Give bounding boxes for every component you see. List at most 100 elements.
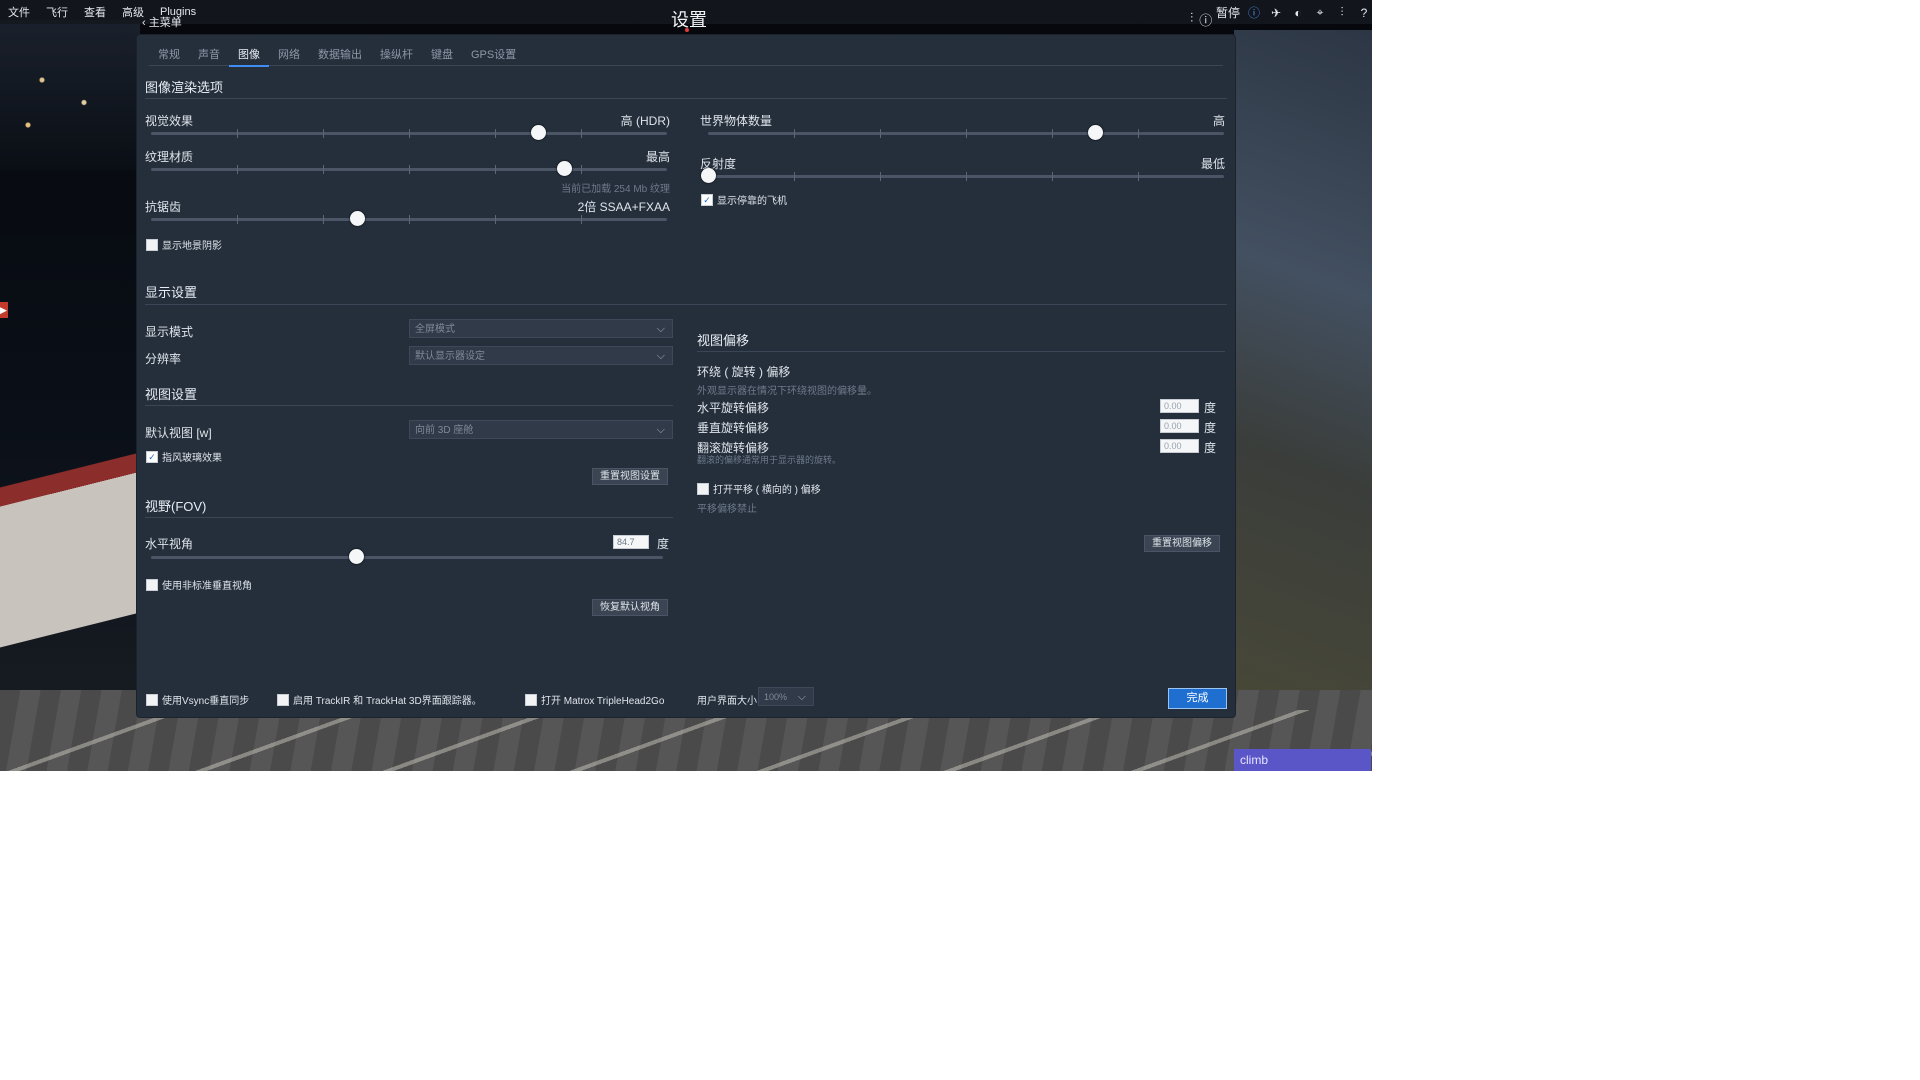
view-offset-section-title: 视图偏移 — [697, 333, 750, 348]
pause-label[interactable]: 暂停 — [1216, 4, 1240, 21]
climb-indicator: climb — [1234, 749, 1371, 771]
menu-view[interactable]: 查看 — [76, 4, 114, 20]
horizontal-fov-input[interactable]: 84.7 — [613, 535, 649, 549]
reflection-slider[interactable] — [701, 168, 1224, 183]
divider — [697, 351, 1225, 352]
menu-file[interactable]: 文件 — [0, 4, 38, 20]
tab-keyboard[interactable]: 键盘 — [422, 45, 462, 65]
plane-icon[interactable]: ✈ — [1268, 5, 1284, 21]
texture-quality-slider[interactable] — [151, 161, 667, 176]
slider-thumb[interactable] — [350, 211, 366, 226]
lateral-offset-checkbox[interactable]: 打开平移 ( 横向的 ) 偏移 — [697, 481, 821, 496]
slider-tick — [323, 129, 324, 138]
slider-tick — [880, 129, 881, 138]
slider-thumb[interactable] — [556, 161, 572, 176]
restore-fov-button[interactable]: 恢复默认视角 — [592, 599, 668, 616]
vsync-checkbox[interactable]: 使用Vsync垂直同步 — [146, 692, 249, 707]
horizontal-fov-slider[interactable] — [151, 549, 663, 564]
texture-memory-hint: 当前已加载 254 Mb 纹理 — [561, 184, 670, 195]
checkbox-box[interactable] — [525, 693, 537, 706]
windshield-effect-checkbox[interactable]: ✓ 指风玻璃效果 — [146, 449, 222, 464]
lateral-offset-label: 打开平移 ( 横向的 ) 偏移 — [713, 485, 821, 496]
ui-size-value: 100% — [764, 692, 788, 702]
trackir-label: 启用 TrackIR 和 TrackHat 3D界面跟踪器。 — [293, 696, 482, 707]
vertical-offset-unit: 度 — [1204, 421, 1217, 435]
matrox-checkbox[interactable]: 打开 Matrox TripleHead2Go — [525, 692, 664, 707]
slider-thumb[interactable] — [531, 125, 546, 140]
menu-bar: 文件 飞行 查看 高级 Plugins — [0, 0, 1372, 24]
display-mode-value: 全屏模式 — [415, 324, 455, 335]
terrain-river — [1234, 30, 1372, 750]
tab-joystick[interactable]: 操纵杆 — [371, 45, 422, 65]
parked-aircraft-label: 显示停靠的飞机 — [717, 196, 787, 207]
done-button[interactable]: 完成 — [1168, 688, 1227, 709]
antialiasing-slider[interactable] — [151, 211, 667, 226]
slider-tick — [495, 165, 496, 174]
checkbox-box[interactable]: ✓ — [146, 450, 158, 463]
tab-data-output[interactable]: 数据输出 — [309, 45, 371, 65]
slider-thumb[interactable] — [1088, 125, 1103, 140]
help-icon[interactable]: ? — [1356, 5, 1372, 21]
roll-offset-input[interactable]: 0.00 — [1160, 439, 1199, 453]
slider-thumb[interactable] — [701, 168, 716, 183]
balloon-icon[interactable]: ◐ — [1290, 5, 1306, 21]
shadows-checkbox[interactable]: 显示地景阴影 — [146, 237, 222, 252]
menu-flight[interactable]: 飞行 — [38, 4, 76, 20]
horizontal-offset-input[interactable]: 0.00 — [1160, 399, 1199, 413]
slider-tick — [323, 215, 324, 224]
chevron-left-icon: ‹ — [142, 17, 146, 29]
divider — [145, 304, 1227, 305]
tab-sound[interactable]: 声音 — [189, 45, 229, 65]
slider-tick — [323, 165, 324, 174]
vertical-offset-input[interactable]: 0.00 — [1160, 419, 1199, 433]
tab-network[interactable]: 网络 — [269, 45, 309, 65]
tab-general[interactable]: 常规 — [149, 45, 189, 65]
non-standard-fov-label: 使用非标准垂直视角 — [162, 581, 252, 592]
slider-tick — [409, 165, 410, 174]
reset-view-button[interactable]: 重置视图设置 — [592, 468, 668, 485]
checkbox-box[interactable] — [146, 238, 158, 251]
sliders-icon[interactable]: ⫶ — [1190, 10, 1193, 29]
checkbox-box[interactable]: ✓ — [701, 193, 713, 206]
parked-aircraft-checkbox[interactable]: ✓ 显示停靠的飞机 — [701, 192, 787, 207]
settings-panel: 常规 声音 图像 网络 数据输出 操纵杆 键盘 GPS设置 图像渲染选项 视觉效… — [137, 35, 1235, 717]
fov-section-title: 视野(FOV) — [145, 499, 207, 514]
checkbox-box[interactable] — [146, 693, 158, 706]
default-view-select[interactable]: 向前 3D 座舱 ⌵ — [409, 420, 673, 439]
slider-tick — [966, 172, 967, 181]
tab-graphics[interactable]: 图像 — [229, 45, 269, 67]
slider-tick — [581, 165, 582, 174]
slider-tick — [581, 215, 582, 224]
chevron-down-icon: ⌵ — [797, 691, 806, 703]
settings-tabs: 常规 声音 图像 网络 数据输出 操纵杆 键盘 GPS设置 — [149, 45, 1223, 67]
tab-gps[interactable]: GPS设置 — [462, 45, 525, 65]
resolution-select[interactable]: 默认显示器设定 ⌵ — [409, 346, 673, 365]
windshield-effect-label: 指风玻璃效果 — [162, 453, 222, 464]
default-view-value: 向前 3D 座舱 — [415, 425, 474, 436]
info-icon[interactable]: ⓘ — [1246, 5, 1262, 21]
divider — [145, 98, 1227, 99]
help-icon[interactable]: ⓘ — [1199, 10, 1212, 29]
chevron-down-icon: ⌵ — [656, 323, 665, 335]
building — [0, 452, 140, 648]
non-standard-fov-checkbox[interactable]: 使用非标准垂直视角 — [146, 577, 252, 592]
reset-offset-button[interactable]: 重置视图偏移 — [1144, 535, 1220, 552]
map-pin-icon[interactable]: ⌖ — [1312, 5, 1328, 21]
divider — [145, 517, 673, 518]
display-mode-select[interactable]: 全屏模式 ⌵ — [409, 319, 673, 338]
slider-thumb[interactable] — [348, 549, 364, 564]
visual-effects-slider[interactable] — [151, 125, 667, 140]
checkbox-box[interactable] — [146, 578, 158, 591]
checkbox-box[interactable] — [697, 482, 709, 495]
ui-size-select[interactable]: 100% ⌵ — [758, 687, 814, 706]
checkbox-box[interactable] — [277, 693, 289, 706]
panel-toolbar: ⫶ ⓘ — [1190, 10, 1212, 29]
vertical-offset-label: 垂直旋转偏移 — [697, 421, 770, 435]
slider-tick — [409, 215, 410, 224]
slider-tick — [495, 129, 496, 138]
world-objects-slider[interactable] — [708, 125, 1224, 140]
display-section-title: 显示设置 — [145, 285, 198, 300]
sliders-icon[interactable]: ⫶ — [1334, 5, 1350, 21]
home-button[interactable]: ‹ 主菜单 — [142, 14, 182, 30]
trackir-checkbox[interactable]: 启用 TrackIR 和 TrackHat 3D界面跟踪器。 — [277, 692, 482, 707]
